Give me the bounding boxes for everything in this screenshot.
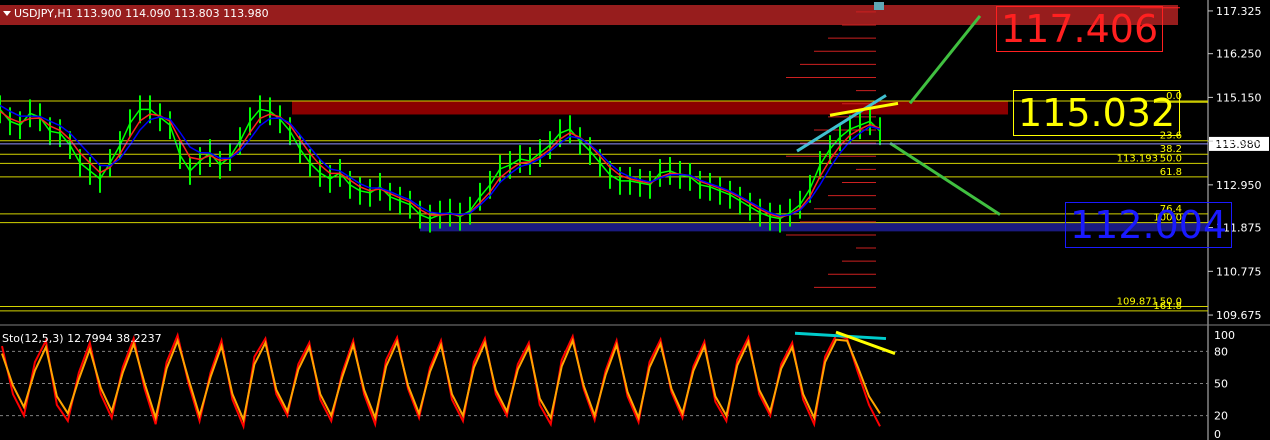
slow-ma-series: [0, 104, 881, 217]
chart-window: 0.0 23.6 38.2 50.0 113.193 61.8 76.4 100.0 50.0 1…: [0, 0, 1270, 440]
symbol-label: USDJPY,H1: [14, 7, 73, 20]
title-dropdown-icon[interactable]: [3, 11, 11, 16]
ohlc-label: 113.900 114.090 113.803 113.980: [76, 7, 269, 20]
fib-label-4: 61.8: [1160, 167, 1182, 178]
price-tick-label-2: 115.150: [1216, 91, 1262, 104]
fib-price-label-3: 113.193: [1117, 153, 1158, 164]
stoch-tick-label-1: 80: [1214, 345, 1228, 358]
upper-projection-line: [908, 14, 982, 105]
stoch-tick-label-4: 0: [1214, 428, 1221, 440]
price-tick-label-1: 116.250: [1216, 48, 1262, 61]
target-upper-box: 117.406: [996, 6, 1164, 52]
fib-price-label-7: 109.871: [1117, 296, 1158, 307]
fib-label-8: 161.8: [1153, 301, 1182, 312]
price-tick-label-7: 109.675: [1216, 309, 1262, 322]
target-middle-box: 115.032: [1013, 90, 1181, 136]
top-marker: [874, 2, 884, 10]
stoch-tick-label-3: 20: [1214, 410, 1228, 423]
price-tick-label-3: 114.050: [1216, 135, 1262, 148]
price-tick-label-4: 112.950: [1216, 179, 1262, 192]
price-tick-label-6: 110.775: [1216, 265, 1262, 278]
stoch-trendline-yellow: [835, 330, 896, 355]
price-tick-label-0: 117.325: [1216, 5, 1262, 18]
fib-label-3: 50.0: [1160, 153, 1182, 164]
stoch-tick-label-0: 100: [1214, 329, 1235, 342]
chart-title: USDJPY,H1 113.900 114.090 113.803 113.98…: [14, 7, 269, 20]
target-lower-box: 112.004: [1065, 202, 1233, 248]
stochastic-title: Sto(12,5,3) 12.7994 38.2237: [2, 332, 162, 345]
resistance-zone: [292, 101, 1008, 115]
stoch-tick-label-2: 50: [1214, 378, 1228, 391]
